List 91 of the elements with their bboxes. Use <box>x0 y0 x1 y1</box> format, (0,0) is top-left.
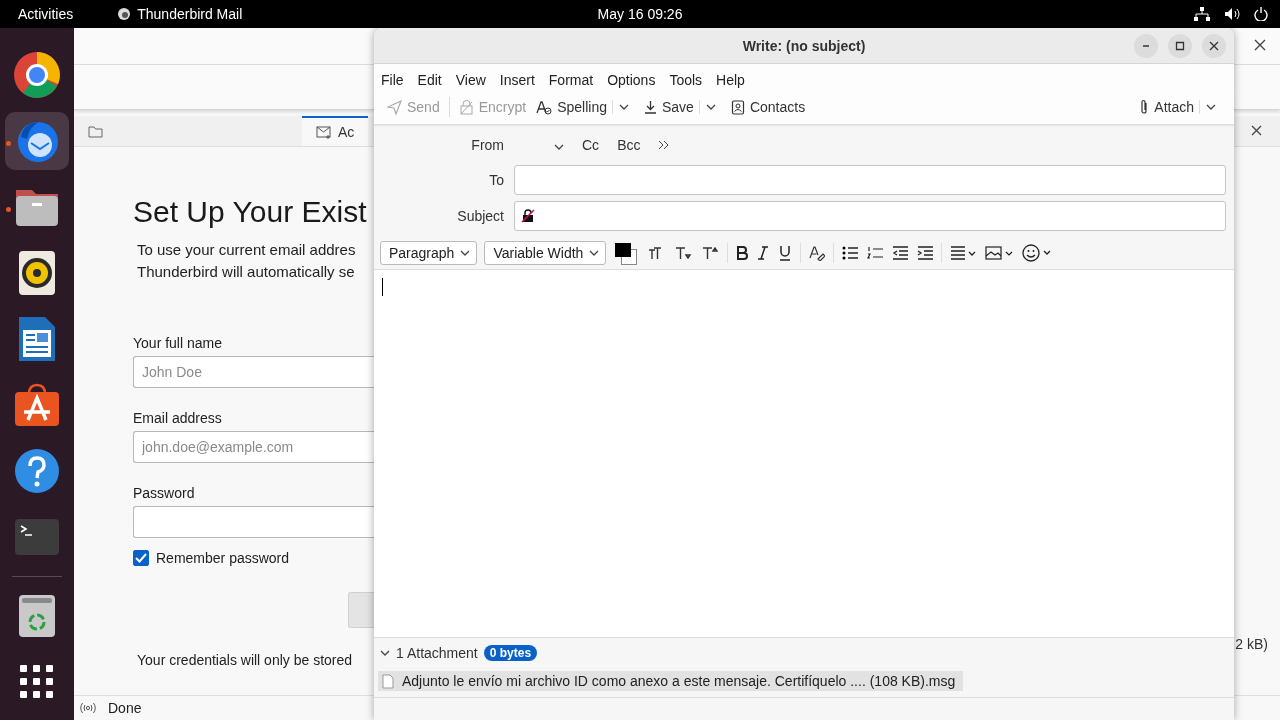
larger-text-icon[interactable] <box>700 244 721 262</box>
credentials-note: Your credentials will only be stored <box>137 652 354 668</box>
align-menu-icon[interactable] <box>949 245 978 261</box>
input-field[interactable]: john.doe@example.com <box>133 431 374 463</box>
intro-text: Thunderbird will automatically se <box>137 262 356 282</box>
input-field[interactable]: John Doe <box>133 356 374 388</box>
double-chevron-icon <box>658 140 671 150</box>
toolbar-button[interactable]: Spelling <box>531 96 612 118</box>
chevron-down-icon <box>554 143 564 150</box>
menu-item[interactable]: File <box>374 70 411 90</box>
menu-item[interactable]: Format <box>541 70 601 90</box>
file-icon <box>382 673 394 689</box>
attach-button[interactable]: Attach <box>1134 96 1199 118</box>
italic-icon[interactable] <box>756 245 771 261</box>
chevron-down-icon <box>619 104 629 110</box>
clear-format-icon[interactable] <box>808 244 827 262</box>
lock-icon <box>458 99 474 115</box>
menu-item[interactable]: Insert <box>492 70 542 90</box>
menu-item[interactable]: Tools <box>662 70 710 90</box>
subject-field[interactable] <box>514 201 1226 231</box>
subject-label: Subject <box>456 208 505 224</box>
insert-image-icon[interactable] <box>984 245 1015 261</box>
chevron-down-icon <box>705 104 716 110</box>
size-badge: 0 bytes <box>483 645 538 661</box>
folder-icon <box>88 126 103 138</box>
field-label: Your full name <box>133 335 223 351</box>
maximize-icon <box>1175 41 1185 51</box>
input-field[interactable] <box>133 506 374 538</box>
status-text: Done <box>108 700 142 716</box>
clock[interactable]: May 16 09:26 <box>597 6 683 22</box>
spelling-check-icon <box>536 99 553 115</box>
paperclip-icon <box>1139 99 1150 115</box>
indent-icon[interactable] <box>916 245 935 261</box>
minimize-icon <box>1143 45 1149 47</box>
menu-item[interactable]: Options <box>600 70 663 90</box>
from-label: From <box>470 137 505 153</box>
app-grid-icon[interactable] <box>20 665 54 699</box>
bcc-button[interactable]: Bcc <box>615 135 643 155</box>
menu-item[interactable]: Edit <box>410 70 449 90</box>
unlocked-icon <box>521 209 535 223</box>
close-button[interactable] <box>1202 34 1226 58</box>
expand-chevron-icon <box>380 650 390 656</box>
maximize-button[interactable] <box>1168 34 1192 58</box>
speaker-icon[interactable] <box>18 250 56 296</box>
document-icon[interactable] <box>18 316 56 362</box>
smaller-text-icon[interactable] <box>673 244 694 262</box>
menu-item[interactable]: View <box>448 70 493 90</box>
volume-icon[interactable] <box>1224 7 1240 21</box>
attachment-summary[interactable]: 1 Attachment <box>396 645 478 661</box>
close-icon <box>1209 41 1219 51</box>
download-icon <box>644 100 657 114</box>
toolbar-button[interactable]: Save <box>639 96 699 118</box>
checkbox[interactable] <box>133 550 149 566</box>
checkbox-label: Remember password <box>156 550 290 566</box>
app-menu-title[interactable]: Thunderbird Mail <box>137 6 243 22</box>
activities-button[interactable]: Activities <box>18 6 74 22</box>
browser-icon[interactable] <box>13 51 61 99</box>
menu-item[interactable]: Help <box>709 70 752 90</box>
font-select[interactable]: Variable Width <box>484 241 607 265</box>
mail-icon <box>316 125 332 139</box>
power-icon[interactable] <box>1254 7 1268 21</box>
toolbar-button[interactable]: Contacts <box>725 96 811 118</box>
outdent-icon[interactable] <box>891 245 910 261</box>
app-icon <box>117 7 132 21</box>
bold-icon[interactable] <box>735 245 750 261</box>
to-field[interactable] <box>514 165 1226 195</box>
paragraph-select[interactable]: Paragraph <box>380 241 478 265</box>
help-icon[interactable] <box>14 448 60 494</box>
caret-icon <box>460 250 471 256</box>
page-heading: Set Up Your Exist <box>133 195 368 229</box>
to-label: To <box>488 172 505 188</box>
address-book-icon <box>730 99 745 115</box>
tab[interactable]: Ac <box>302 116 369 146</box>
trash-icon[interactable] <box>18 594 56 638</box>
window-title: Write: (no subject) <box>742 37 866 54</box>
shopping-bag-icon[interactable] <box>14 382 60 428</box>
text-color-button[interactable] <box>613 241 640 265</box>
caret-icon <box>589 250 600 256</box>
numbered-list-icon[interactable] <box>866 245 885 261</box>
broadcast-icon <box>80 702 96 714</box>
size-text: 2 kB) <box>1235 636 1268 652</box>
network-icon[interactable] <box>1194 7 1210 21</box>
field-label: Email address <box>133 410 223 426</box>
bullet-list-icon[interactable] <box>841 245 860 261</box>
terminal-icon[interactable] <box>14 518 60 556</box>
attachment-item[interactable]: Adjunto le envío mi archivo ID como anexo a este mensaje. Certifíquelo .... (108 KB).msg <box>378 671 964 691</box>
field-label: Password <box>133 485 196 501</box>
send-icon <box>387 99 402 115</box>
intro-text: To use your current email addres <box>137 240 357 260</box>
chevron-down-icon <box>1206 104 1216 110</box>
cc-button[interactable]: Cc <box>580 135 602 155</box>
